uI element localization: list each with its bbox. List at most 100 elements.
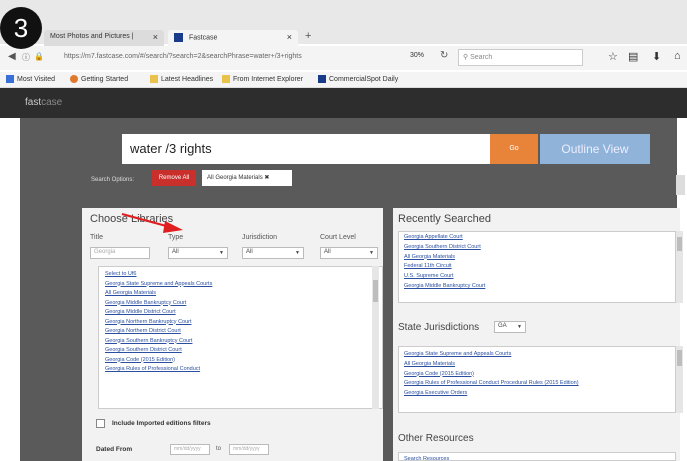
go-button[interactable]: Go — [490, 134, 538, 164]
court-list-item[interactable]: All Georgia Materials — [99, 290, 382, 300]
jurisdiction-item[interactable]: Georgia State Supreme and Appeals Courts — [399, 351, 675, 361]
bookmark-icon — [318, 75, 326, 83]
jurisdiction-item[interactable]: Georgia Code (2015 Edition) — [399, 371, 675, 381]
include-editions-label: Include Imported editions filters — [112, 420, 211, 427]
jurisdiction-item[interactable]: Georgia Executive Orders — [399, 390, 675, 400]
scrollbar-thumb[interactable] — [677, 237, 682, 251]
remove-all-button[interactable]: Remove All — [152, 170, 196, 186]
court-list-item[interactable]: Georgia State Supreme and Appeals Courts — [99, 281, 382, 291]
folder-icon — [150, 75, 158, 83]
court-level-select[interactable]: All ▼ — [320, 247, 378, 259]
info-icon[interactable]: ⓘ — [22, 52, 30, 63]
download-icon[interactable]: ⬇ — [652, 50, 661, 63]
fastcase-logo[interactable]: fastcase — [25, 97, 62, 108]
bookmark-item[interactable]: Latest Headlines — [150, 75, 213, 83]
search-options-label: Search Options: — [91, 177, 135, 183]
chevron-down-icon: ▼ — [219, 250, 224, 256]
recently-searched-title: Recently Searched — [398, 213, 491, 225]
dated-from-label: Dated From — [96, 446, 133, 453]
tab-label: Most Photos and Pictures | — [50, 33, 134, 40]
choose-libraries-title: Choose Libraries — [90, 213, 174, 225]
side-tab[interactable] — [676, 175, 685, 195]
court-level-label: Court Level — [320, 234, 356, 241]
folder-icon — [222, 75, 230, 83]
jurisdiction-item[interactable]: All Georgia Materials — [399, 361, 675, 371]
recent-search-item[interactable]: Federal 11th Circuit — [399, 263, 675, 273]
recent-search-item[interactable]: Georgia Appellate Court — [399, 234, 675, 244]
recent-search-item[interactable]: Georgia Middle Bankruptcy Court — [399, 283, 675, 293]
state-jurisdictions-list[interactable]: Georgia State Supreme and Appeals Courts… — [398, 346, 676, 413]
lock-icon: 🔒 — [34, 52, 44, 61]
browser-address-bar: ◀ ⓘ 🔒 https://m7.fastcase.com/#/search/?… — [0, 46, 687, 70]
chevron-down-icon: ▼ — [517, 324, 522, 330]
tab-label: Fastcase — [188, 34, 218, 42]
step-number-badge: 3 — [0, 7, 42, 49]
scrollbar-thumb[interactable] — [373, 280, 378, 302]
close-icon[interactable]: ✖ — [264, 175, 269, 181]
reload-icon[interactable]: ↻ — [440, 50, 448, 61]
bookmark-item[interactable]: Getting Started — [70, 75, 128, 83]
app-header: fastcase — [0, 88, 687, 118]
browser-search-input[interactable]: ⚲ Search — [458, 49, 583, 66]
jurisdiction-item[interactable]: Georgia Rules of Professional Conduct Pr… — [399, 380, 675, 390]
library-icon[interactable]: ▤ — [628, 50, 638, 63]
jurisdiction-select[interactable]: All ▼ — [242, 247, 304, 259]
court-list-item[interactable]: Georgia Northern Bankruptcy Court — [99, 319, 382, 329]
other-resources-title: Other Resources — [398, 433, 474, 444]
scrollbar-thumb[interactable] — [677, 350, 682, 366]
home-icon[interactable]: ⌂ — [674, 50, 681, 62]
recent-search-item[interactable]: U.S. Supreme Court — [399, 273, 675, 283]
state-jurisdictions-title: State Jurisdictions — [398, 322, 480, 333]
browser-tab-fastcase[interactable]: Fastcase × — [168, 30, 298, 46]
bookmarks-bar: Most Visited Getting Started Latest Head… — [0, 72, 687, 88]
court-list[interactable]: Select to Uf6 Georgia State Supreme and … — [98, 266, 383, 409]
zoom-level[interactable]: 30% — [410, 52, 424, 59]
date-to-input[interactable]: mm/dd/yyyy — [229, 444, 269, 455]
url-field[interactable]: https://m7.fastcase.com/#/search/?search… — [60, 50, 400, 65]
title-label: Title — [90, 234, 103, 241]
recent-search-item[interactable]: All Georgia Materials — [399, 254, 675, 264]
new-tab-icon[interactable]: + — [305, 30, 311, 42]
jurisdiction-label: Jurisdiction — [242, 234, 278, 241]
chevron-down-icon: ▼ — [369, 250, 374, 256]
court-list-item[interactable]: Georgia Southern District Court — [99, 347, 382, 357]
fastcase-favicon-icon — [174, 33, 183, 42]
library-filter-chip[interactable]: All Georgia Materials ✖ — [202, 170, 292, 186]
close-icon[interactable]: × — [153, 32, 158, 42]
to-label: to — [216, 446, 222, 452]
court-list-item[interactable]: Georgia Middle District Court — [99, 309, 382, 319]
bookmark-item[interactable]: From Internet Explorer — [222, 75, 303, 83]
court-list-item[interactable]: Georgia Code (2015 Edition) — [99, 357, 382, 367]
court-list-item[interactable]: Select to Uf6 — [99, 271, 382, 281]
back-icon[interactable]: ◀ — [8, 51, 16, 62]
title-filter-input[interactable]: Georgia — [90, 247, 150, 259]
court-list-scrollbar[interactable] — [372, 266, 379, 409]
outline-view-button[interactable]: Outline View — [540, 134, 650, 164]
bookmark-icon — [6, 75, 14, 83]
bookmark-item[interactable]: Most Visited — [6, 75, 55, 83]
resource-item[interactable]: Search Resources — [399, 453, 675, 460]
bookmark-star-icon[interactable]: ☆ — [608, 50, 618, 63]
browser-tab-bar: Most Photos and Pictures | × Fastcase × … — [0, 0, 687, 46]
close-icon[interactable]: × — [287, 32, 292, 42]
include-editions-checkbox[interactable] — [96, 419, 105, 428]
search-query-input[interactable]: water /3 rights — [122, 134, 490, 164]
type-select[interactable]: All ▼ — [168, 247, 228, 259]
recent-list-scrollbar[interactable] — [676, 231, 683, 303]
court-list-item[interactable]: Georgia Rules of Professional Conduct — [99, 366, 382, 376]
recent-search-item[interactable]: Georgia Southern District Court — [399, 244, 675, 254]
type-label: Type — [168, 234, 184, 241]
court-list-item[interactable]: Georgia Southern Bankruptcy Court — [99, 338, 382, 348]
state-list-scrollbar[interactable] — [676, 346, 683, 413]
browser-tab-photos[interactable]: Most Photos and Pictures | × — [44, 30, 164, 46]
bookmark-item[interactable]: CommercialSpot Daily — [318, 75, 398, 83]
page-margin-left — [0, 118, 20, 461]
other-resources-list[interactable]: Search Resources — [398, 452, 676, 461]
date-from-input[interactable]: mm/dd/yyyy — [170, 444, 210, 455]
court-list-item[interactable]: Georgia Northern District Court — [99, 328, 382, 338]
firefox-icon — [70, 75, 78, 83]
recently-searched-list[interactable]: Georgia Appellate Court Georgia Southern… — [398, 231, 676, 303]
court-list-item[interactable]: Georgia Middle Bankruptcy Court — [99, 300, 382, 310]
chevron-down-icon: ▼ — [295, 250, 300, 256]
state-select[interactable]: GA ▼ — [494, 321, 526, 333]
